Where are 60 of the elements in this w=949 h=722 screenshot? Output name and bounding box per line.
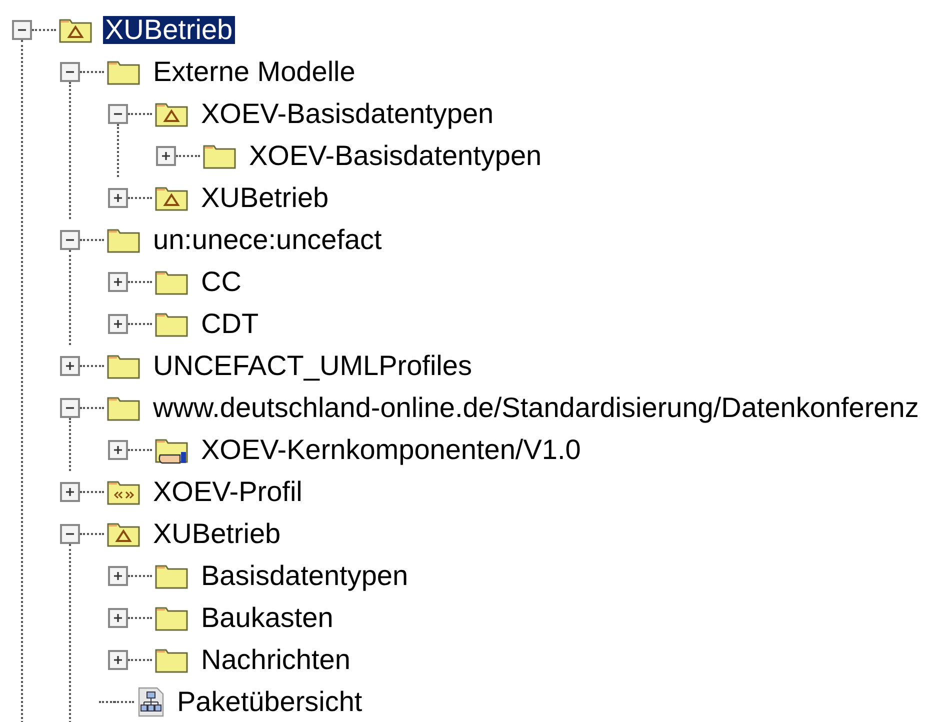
plus-icon [113, 571, 123, 581]
tree-item-label[interactable]: XOEV-Profil [151, 478, 304, 506]
expand-toggle[interactable] [108, 608, 128, 628]
expand-toggle[interactable] [108, 650, 128, 670]
plus-icon [161, 151, 171, 161]
plus-icon [113, 445, 123, 455]
expand-toggle[interactable] [108, 566, 128, 586]
collapse-toggle[interactable] [60, 230, 80, 250]
tree-item-label[interactable]: XUBetrieb [103, 16, 235, 44]
tree-item-label[interactable]: Externe Modelle [151, 58, 358, 86]
collapse-toggle[interactable] [12, 20, 32, 40]
tree-item-label[interactable]: CDT [199, 310, 261, 338]
tree-item-label[interactable]: Paketübersicht [175, 688, 364, 716]
plus-icon [65, 487, 75, 497]
profile-folder-icon [106, 478, 142, 506]
tree-item-label[interactable]: CC [199, 268, 244, 296]
expand-toggle[interactable] [60, 482, 80, 502]
folder-icon [106, 352, 142, 380]
shared-folder-icon [154, 436, 190, 464]
tree-item-label[interactable]: un:unece:uncefact [151, 226, 384, 254]
model-folder-icon [58, 16, 94, 44]
expand-toggle[interactable] [108, 314, 128, 334]
plus-icon [65, 361, 75, 371]
model-folder-icon [154, 100, 190, 128]
tree-item-label[interactable]: www.deutschland-online.de/Standardisierung/Datenkonferenz [151, 394, 921, 422]
folder-icon [106, 394, 142, 422]
folder-icon [154, 310, 190, 338]
expand-toggle[interactable] [156, 146, 176, 166]
expand-toggle[interactable] [108, 440, 128, 460]
folder-icon [154, 604, 190, 632]
plus-icon [113, 613, 123, 623]
diagram-icon [136, 687, 166, 717]
expand-toggle[interactable] [108, 272, 128, 292]
tree-item-label[interactable]: XOEV-Basisdatentypen [199, 100, 496, 128]
folder-icon [106, 226, 142, 254]
plus-icon [113, 193, 123, 203]
folder-icon [106, 58, 142, 86]
expand-toggle[interactable] [108, 188, 128, 208]
folder-icon [202, 142, 238, 170]
plus-icon [113, 319, 123, 329]
folder-icon [154, 562, 190, 590]
tree-item-label[interactable]: UNCEFACT_UMLProfiles [151, 352, 474, 380]
tree-item-label[interactable]: XOEV-Kernkomponenten/V1.0 [199, 436, 583, 464]
plus-icon [113, 655, 123, 665]
folder-icon [154, 646, 190, 674]
model-folder-icon [106, 520, 142, 548]
model-folder-icon [154, 184, 190, 212]
plus-icon [113, 277, 123, 287]
tree-item-label[interactable]: Basisdatentypen [199, 562, 410, 590]
collapse-toggle[interactable] [60, 62, 80, 82]
collapse-toggle[interactable] [108, 104, 128, 124]
tree-item-label[interactable]: XUBetrieb [151, 520, 283, 548]
tree-item-label[interactable]: XOEV-Basisdatentypen [247, 142, 544, 170]
collapse-toggle[interactable] [60, 398, 80, 418]
tree-item-label[interactable]: XUBetrieb [199, 184, 331, 212]
tree-item-label[interactable]: Baukasten [199, 604, 336, 632]
collapse-toggle[interactable] [60, 524, 80, 544]
folder-icon [154, 268, 190, 296]
expand-toggle[interactable] [60, 356, 80, 376]
tree-item-label[interactable]: Nachrichten [199, 646, 352, 674]
